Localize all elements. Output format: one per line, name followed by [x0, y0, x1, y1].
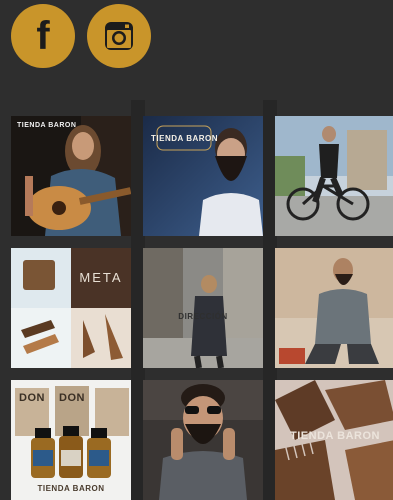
facebook-button[interactable]: f: [11, 4, 75, 68]
instagram-icon: [105, 22, 133, 50]
gallery-photo-don-bottles[interactable]: DON DON TIENDA BARON: [11, 380, 131, 500]
gallery-photo-seated-man[interactable]: [275, 248, 393, 368]
tile-caption: TIENDA BARON: [17, 122, 77, 129]
facebook-icon: f: [36, 14, 50, 58]
tile-caption: DIRECCIÓN: [178, 312, 228, 321]
social-links: f: [11, 4, 151, 68]
tile-caption: TIENDA BARON: [290, 430, 380, 442]
instagram-button[interactable]: [87, 4, 151, 68]
tile-caption: DON: [19, 392, 45, 404]
tile-caption: TIENDA BARON: [151, 134, 219, 143]
gallery-photo-sunglasses-man[interactable]: [143, 380, 263, 500]
tile-caption: META: [79, 270, 123, 285]
gallery-photo-wood-products[interactable]: META: [11, 248, 131, 368]
gallery-photo-wood-combs[interactable]: TIENDA BARON: [275, 380, 393, 500]
instagram-gallery: TIENDA BARON TIENDA BARON META DIRECCIÓN…: [11, 116, 393, 500]
tile-caption: TIENDA BARON: [37, 484, 105, 493]
gallery-photo-street-walk[interactable]: DIRECCIÓN: [143, 248, 263, 368]
tile-caption: DON: [59, 392, 85, 404]
gallery-photo-cyclist[interactable]: [275, 116, 393, 236]
gallery-photo-guitarist[interactable]: TIENDA BARON: [11, 116, 131, 236]
gallery-photo-bearded-portrait[interactable]: TIENDA BARON: [143, 116, 263, 236]
